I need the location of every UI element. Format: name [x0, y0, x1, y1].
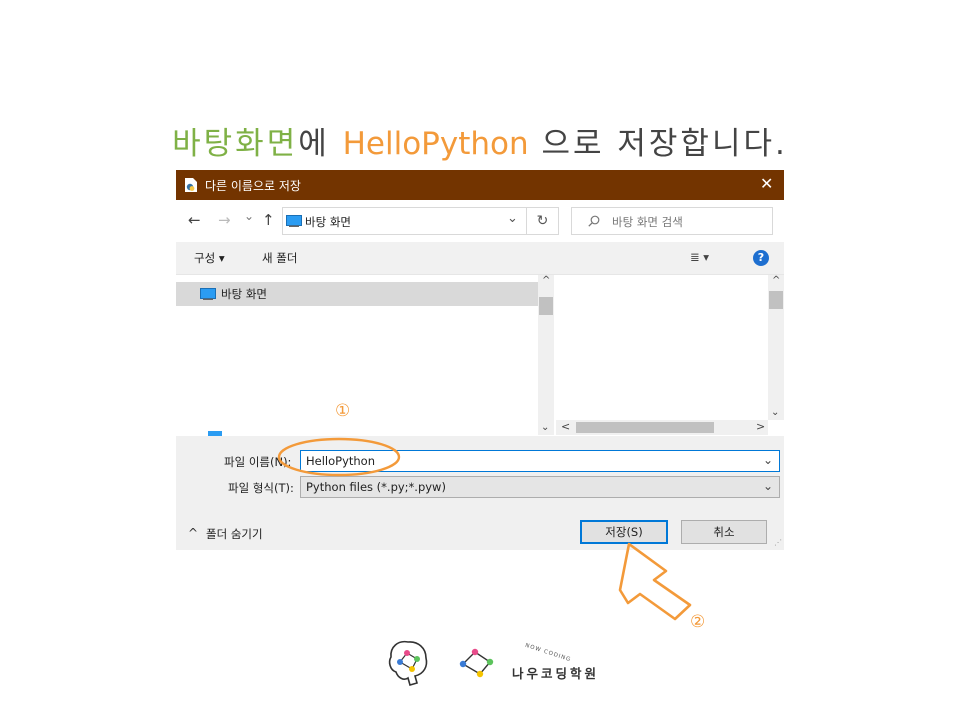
brain-logo-icon	[388, 640, 428, 686]
logo-text: 나우코딩학원	[512, 666, 600, 681]
network-logo-icon	[459, 648, 494, 678]
filename-highlight-ellipse	[277, 437, 401, 477]
annotation-overlay	[277, 437, 692, 621]
arrow-pointer-icon	[618, 542, 692, 621]
